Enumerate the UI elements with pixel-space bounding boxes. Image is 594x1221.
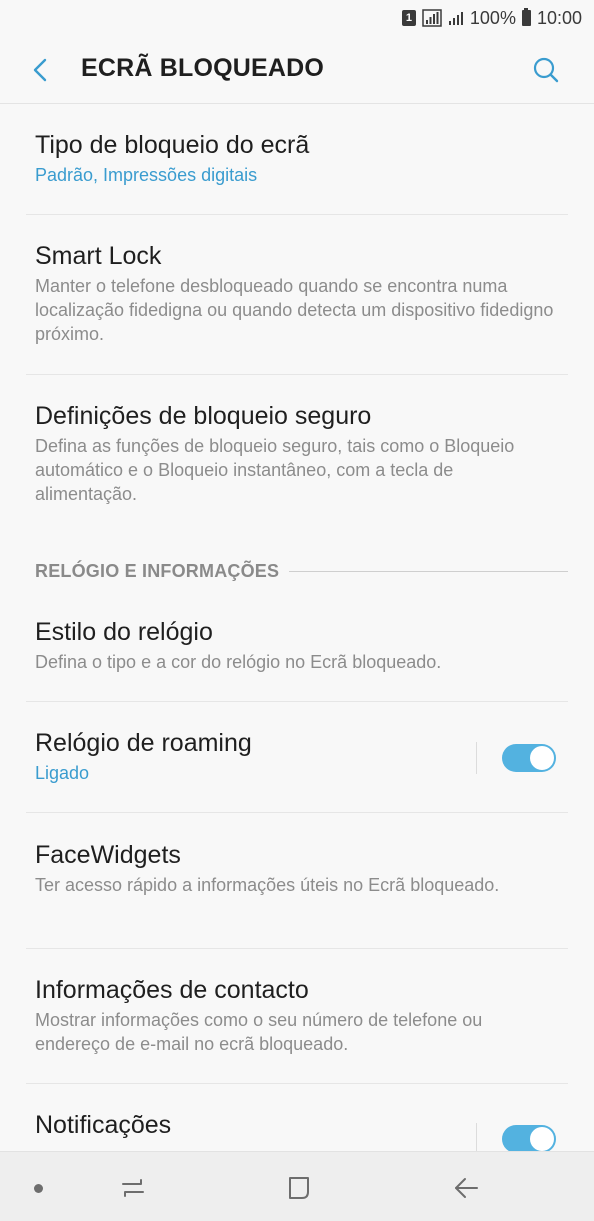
page-title: ECRÃ BLOQUEADO [81,54,325,82]
back-icon [455,1178,478,1198]
divider [26,948,568,949]
setting-subtitle: Defina o tipo e a cor do relógio no Ecrã… [35,652,442,672]
setting-subtitle: Manter o telefone desbloqueado quando se… [35,276,554,344]
setting-secure-lock-settings[interactable]: Definições de bloqueio seguro Defina as … [0,401,594,506]
toggle-knob [529,745,555,771]
roaming-clock-toggle-wrap [476,741,556,775]
setting-contact-info[interactable]: Informações de contacto Mostrar informaç… [0,975,594,1056]
divider [26,1083,568,1084]
clock: 10:00 [536,7,582,28]
setting-subtitle: Padrão, Impressões digitais [35,165,258,185]
divider [26,214,568,215]
divider [26,374,568,375]
setting-title: Estilo do relógio [35,618,213,646]
setting-title: FaceWidgets [35,841,181,869]
search-button[interactable] [528,50,564,90]
setting-subtitle: Ter acesso rápido a informações úteis no… [35,875,500,895]
setting-subtitle: Defina as funções de bloqueio seguro, ta… [35,436,515,504]
home-icon [289,1177,309,1199]
signal-strength-2-icon [448,10,464,26]
dot-icon [34,1184,43,1193]
status-bar: 1 100% 10:00 [0,0,594,36]
back-arrow-icon [33,58,47,82]
divider [26,812,568,813]
recent-apps-icon [122,1179,144,1197]
search-icon [533,57,559,83]
setting-smart-lock[interactable]: Smart Lock Manter o telefone desbloquead… [0,241,594,346]
divider [26,701,568,702]
toggle-knob [529,1126,555,1152]
navigation-bar [0,1151,594,1221]
setting-subtitle: Mostrar informações como o seu número de… [35,1010,483,1054]
sim-slot-label: 1 [401,10,416,26]
section-header-line [289,570,568,572]
setting-facewidgets[interactable]: FaceWidgets Ter acesso rápido a informaç… [0,840,594,897]
signal-strength-icon [422,9,442,27]
sim-icon: 1 [401,10,416,26]
app-bar: ECRÃ BLOQUEADO [0,36,594,103]
section-header-label: RELÓGIO E INFORMAÇÕES [35,560,280,581]
notifications-toggle[interactable] [502,1125,556,1153]
section-header: RELÓGIO E INFORMAÇÕES [35,558,568,584]
setting-screen-lock-type[interactable]: Tipo de bloqueio do ecrã Padrão, Impress… [0,130,594,187]
back-nav-button[interactable] [446,1168,486,1208]
home-button[interactable] [279,1168,319,1208]
setting-title: Definições de bloqueio seguro [35,402,372,430]
recent-apps-button[interactable] [113,1168,153,1208]
battery-icon [521,8,531,26]
setting-title: Informações de contacto [35,976,309,1004]
back-button[interactable] [24,50,56,90]
roaming-clock-toggle[interactable] [502,744,556,772]
lock-screen-settings-page: 1 100% 10:00 ECRÃ BLOQUEADO Tipo de bloq… [0,0,594,1221]
setting-clock-style[interactable]: Estilo do relógio Defina o tipo e a cor … [0,617,594,674]
vertical-separator [476,742,477,774]
setting-title: Smart Lock [35,242,162,270]
setting-title: Tipo de bloqueio do ecrã [35,131,310,159]
header-divider [0,103,594,104]
battery-percent: 100% [469,7,516,28]
